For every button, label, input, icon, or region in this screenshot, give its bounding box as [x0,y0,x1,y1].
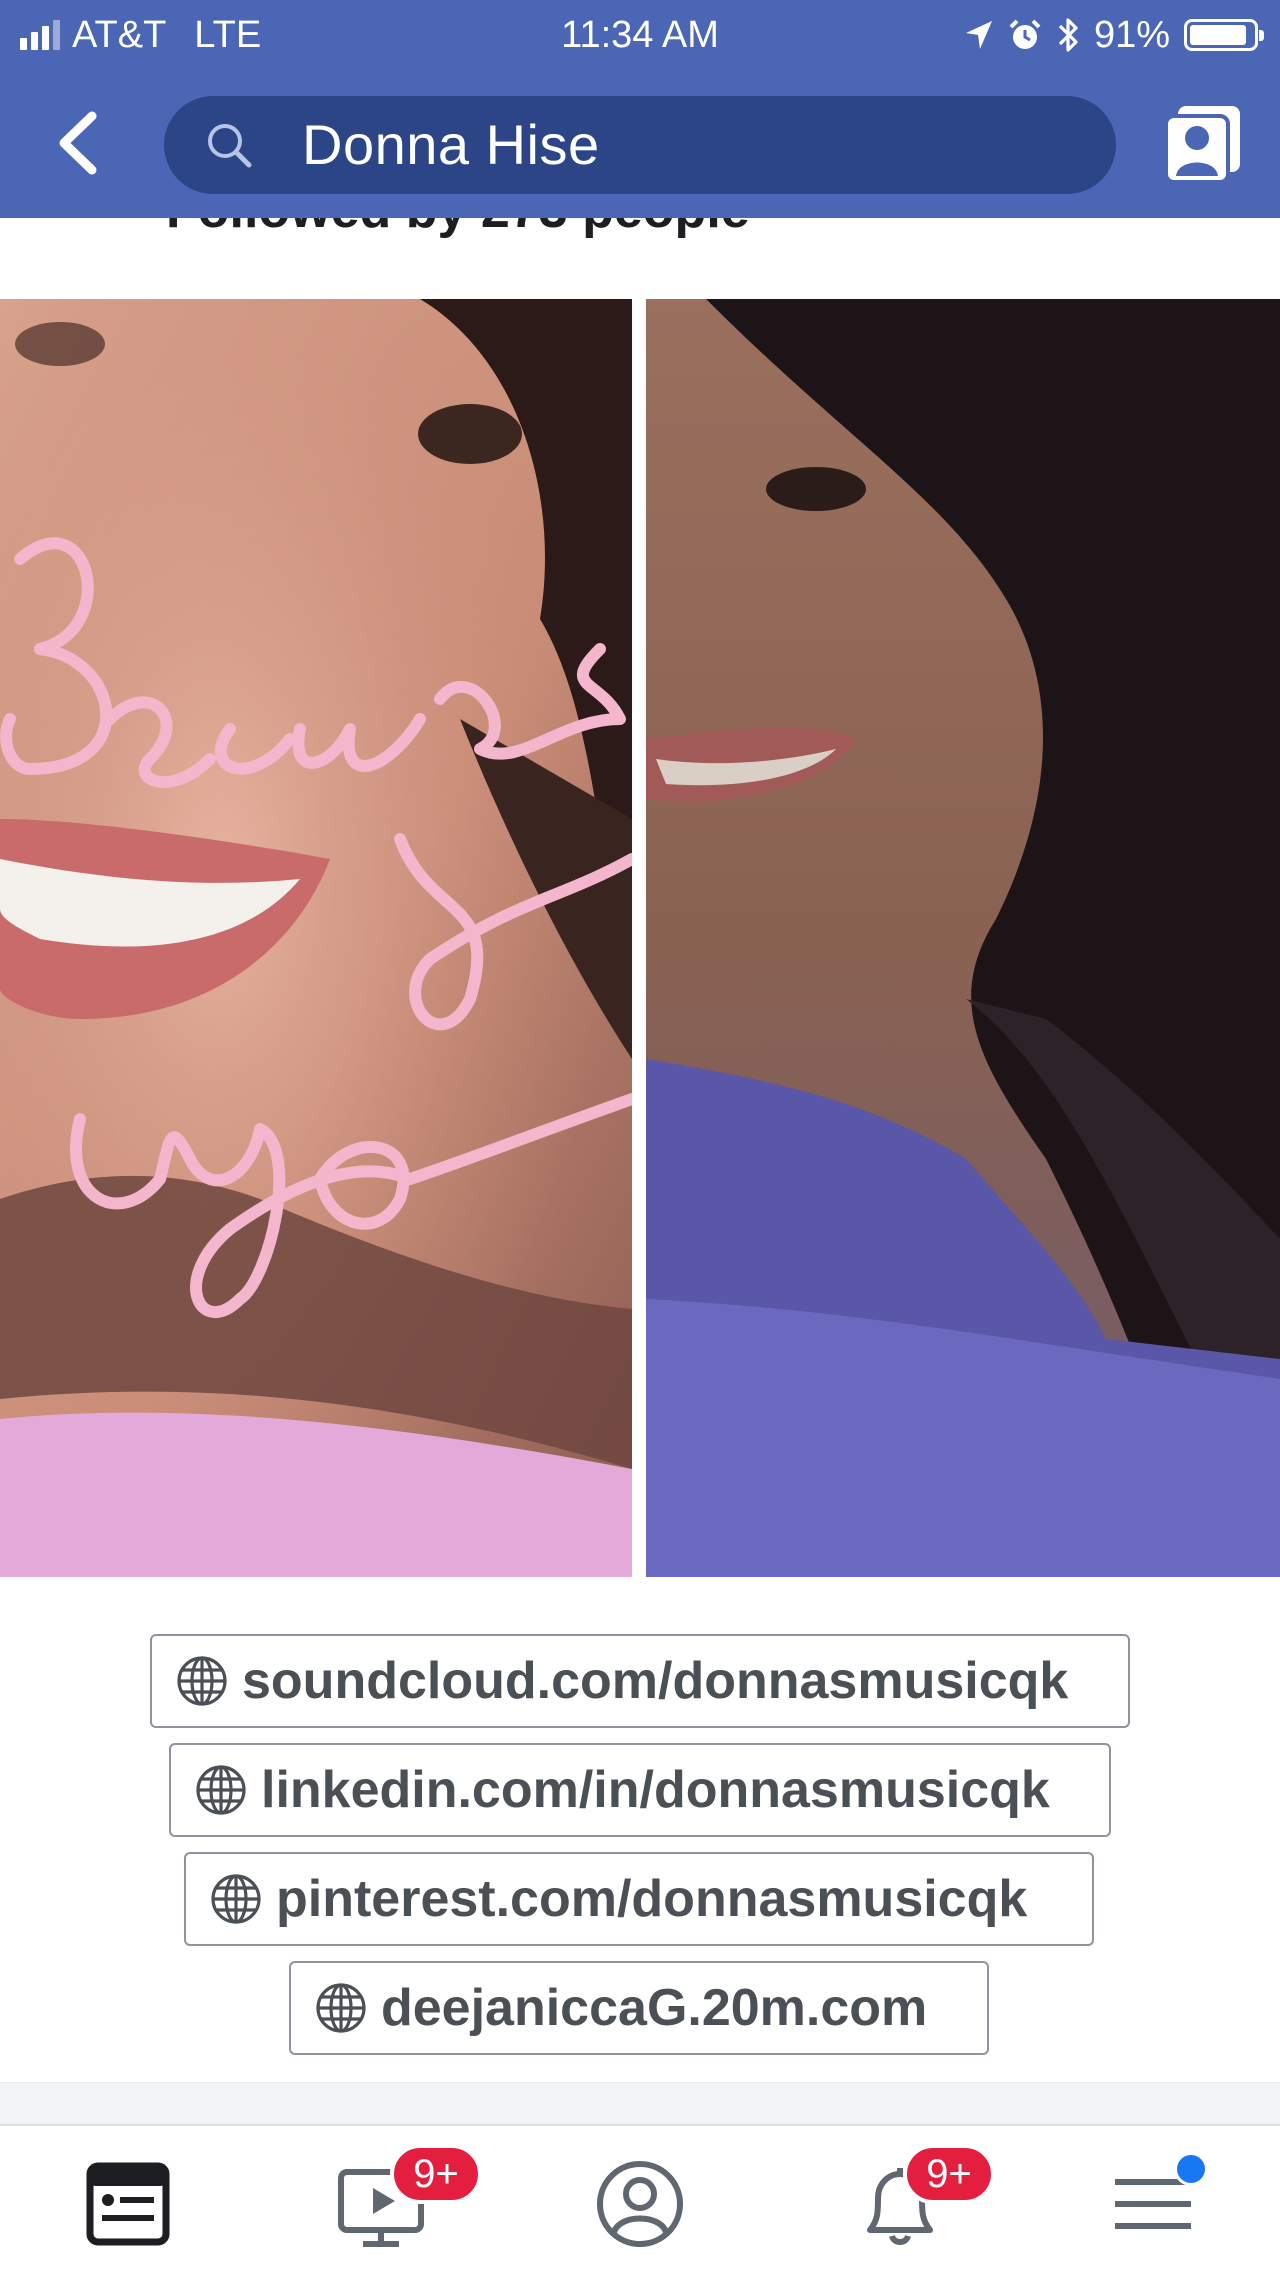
search-icon [208,124,252,168]
profile-icon [597,2161,683,2247]
battery-fill [1190,25,1246,45]
profile-photo-right[interactable] [646,299,1280,1577]
globe-icon [177,1656,227,1706]
back-button[interactable] [48,108,112,178]
bluetooth-icon [1058,18,1078,52]
website-link-text: pinterest.com/donnasmusicqk [276,1870,1028,1928]
top-nav-bar: Donna Hise [0,72,1280,218]
profile-switch-icon [1164,106,1240,184]
followed-by-text: Followed by 273 people [166,218,750,240]
profile-photo-left[interactable] [0,299,632,1577]
notifications-badge: 9+ [903,2144,995,2204]
chevron-left-icon [59,111,97,175]
photo-image [0,299,632,1577]
tab-news-feed[interactable] [68,2144,188,2264]
website-link-linkedin[interactable]: linkedin.com/in/donnasmusicqk [169,1743,1111,1837]
website-link-text: soundcloud.com/donnasmusicqk [242,1652,1069,1710]
status-right: 91% [964,12,1264,58]
search-query: Donna Hise [302,113,600,176]
bottom-tab-bar: 9+ 9+ [0,2124,1280,2278]
globe-icon [316,1983,366,2033]
profile-switch-button[interactable] [1162,104,1244,186]
website-link-text: linkedin.com/in/donnasmusicqk [261,1761,1050,1819]
website-link-soundcloud[interactable]: soundcloud.com/donnasmusicqk [150,1634,1130,1728]
website-link-deejanicca[interactable]: deejaniccaG.20m.com [289,1961,989,2055]
website-link-text: deejaniccaG.20m.com [381,1979,928,2037]
battery-percent: 91% [1093,14,1170,56]
watch-badge: 9+ [390,2144,482,2204]
globe-icon [196,1765,246,1815]
search-input[interactable]: Donna Hise [164,96,1116,194]
location-arrow-icon [965,21,992,49]
status-bar: AT&T LTE 11:34 AM 91% [0,0,1280,72]
website-link-pinterest[interactable]: pinterest.com/donnasmusicqk [184,1852,1094,1946]
followed-by-row: Followed by 273 people [0,218,1280,298]
news-feed-icon [86,2162,170,2246]
photo-image [646,299,1280,1577]
alarm-icon [1009,19,1041,49]
tab-profile[interactable] [580,2144,700,2264]
section-divider [0,2082,1280,2125]
globe-icon [211,1874,261,1924]
menu-notification-dot [1174,2152,1208,2186]
battery-icon [1184,19,1264,51]
